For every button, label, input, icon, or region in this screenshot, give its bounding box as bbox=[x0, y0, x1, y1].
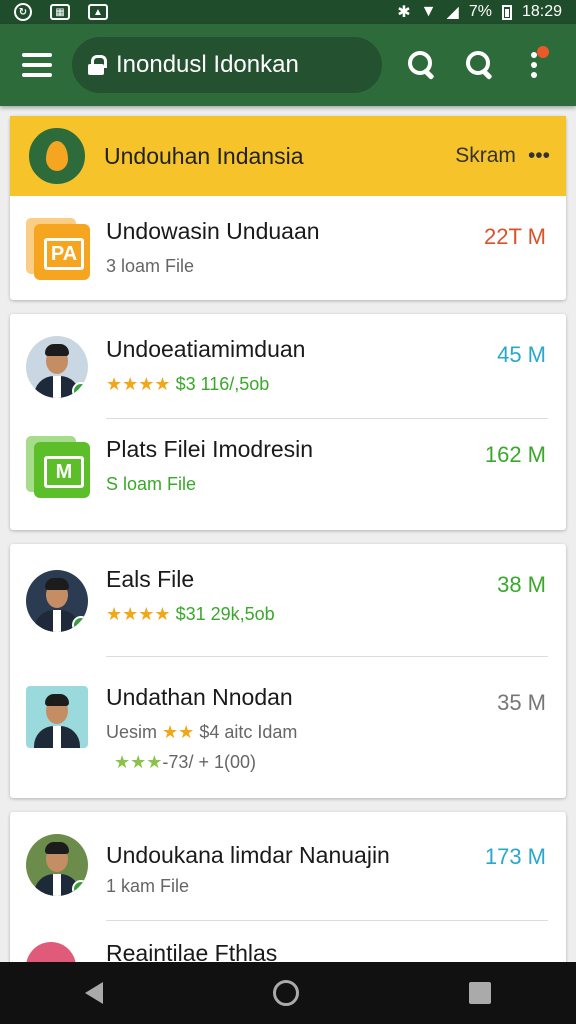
rating-stars-icon: ★★★★ bbox=[106, 604, 171, 624]
clock: 18:29 bbox=[521, 3, 562, 20]
item-size: 35 M bbox=[497, 690, 546, 715]
item-subtitle: 3 loam File bbox=[106, 256, 195, 276]
folder-icon: PA bbox=[26, 218, 90, 280]
list-item[interactable]: Undoeatiamimduan ★★★★ $3 116/,5ob 45 M bbox=[10, 314, 566, 420]
download-card: Eals File ★★★★ $31 29k,5ob 38 M Undathan… bbox=[10, 544, 566, 798]
photo-notification-icon: ▲ bbox=[88, 4, 108, 20]
status-bar: ↻ ▦ ▲ ✱ ▼ ◢ 7% 18:29 bbox=[0, 0, 576, 24]
more-icon[interactable]: ••• bbox=[528, 144, 550, 168]
badge-icon bbox=[72, 616, 88, 632]
battery-text: 7% bbox=[468, 3, 492, 20]
list-item[interactable]: Reaintilae Fthlas bbox=[10, 918, 566, 992]
navigation-bar bbox=[0, 962, 576, 1024]
avatar bbox=[26, 686, 88, 748]
item-size: 38 M bbox=[497, 572, 546, 597]
header-title: Undouhan Indansia bbox=[104, 142, 304, 169]
list-item[interactable]: PA Undowasin Unduaan 3 loam File 22T M bbox=[10, 196, 566, 302]
list-item[interactable]: Undathan Nnodan Uesim ★★ $4 aitc Idam ★★… bbox=[10, 662, 566, 792]
avatar bbox=[26, 336, 88, 398]
rating-stars-icon: ★★★ bbox=[114, 752, 163, 772]
item-title: Undowasin Unduaan bbox=[106, 218, 320, 244]
badge-icon bbox=[72, 880, 88, 896]
menu-icon[interactable] bbox=[22, 53, 52, 77]
item-title: Eals File bbox=[106, 566, 195, 592]
header-action[interactable]: Skram bbox=[455, 144, 516, 168]
item-size: 173 M bbox=[484, 844, 546, 869]
card-header: Undouhan Indansia Skram ••• bbox=[10, 116, 566, 196]
search-icon[interactable] bbox=[402, 45, 442, 85]
search-box[interactable]: Inondusl Idonkan bbox=[72, 37, 382, 93]
download-card: Undoukana limdar Nanuajin 1 kam File 173… bbox=[10, 812, 566, 992]
item-subtitle: $31 29k,5ob bbox=[175, 604, 275, 624]
avatar bbox=[26, 834, 88, 896]
rating-stars-icon: ★★ bbox=[162, 722, 195, 742]
list-item[interactable]: Eals File ★★★★ $31 29k,5ob 38 M bbox=[10, 544, 566, 650]
back-icon[interactable] bbox=[85, 982, 103, 1004]
item-subtitle-2: -73/ + 1(00) bbox=[162, 752, 256, 772]
notification-icon: ↻ bbox=[14, 3, 32, 21]
battery-icon bbox=[501, 4, 512, 20]
settings-status-icon: ✱ bbox=[397, 4, 411, 21]
app-logo-icon bbox=[26, 125, 88, 187]
recent-apps-icon[interactable] bbox=[469, 982, 491, 1004]
wifi-icon: ▼ bbox=[420, 3, 437, 20]
avatar bbox=[26, 570, 88, 632]
home-icon[interactable] bbox=[273, 980, 299, 1006]
image-file-icon: M bbox=[26, 436, 90, 498]
badge-icon bbox=[72, 382, 88, 398]
item-title: Undathan Nnodan bbox=[106, 684, 293, 710]
item-title: Undoeatiamimduan bbox=[106, 336, 306, 362]
item-size: 162 M bbox=[484, 442, 546, 467]
item-subtitle: $3 116/,5ob bbox=[175, 374, 270, 394]
overflow-menu-icon[interactable] bbox=[514, 45, 554, 85]
item-size: 22T M bbox=[484, 224, 546, 249]
item-title: Undoukana limdar Nanuajin bbox=[106, 842, 390, 868]
signal-icon: ◢ bbox=[446, 4, 459, 21]
download-card: Undouhan Indansia Skram ••• PA Undowasin… bbox=[10, 116, 566, 300]
item-subtitle-prefix: Uesim bbox=[106, 722, 158, 742]
app-bar: Inondusl Idonkan bbox=[0, 24, 576, 106]
rating-stars-icon: ★★★★ bbox=[106, 374, 171, 394]
item-title: Plats Filei Imodresin bbox=[106, 436, 314, 462]
item-subtitle: S loam File bbox=[106, 474, 197, 494]
list-item[interactable]: Undoukana limdar Nanuajin 1 kam File 173… bbox=[10, 812, 566, 918]
search-text: Inondusl Idonkan bbox=[116, 51, 299, 78]
item-size: 45 M bbox=[497, 342, 546, 367]
list-item[interactable]: M Plats Filei Imodresin S loam File 162 … bbox=[10, 414, 566, 520]
item-subtitle: 1 kam File bbox=[106, 876, 190, 896]
item-subtitle: $4 aitc Idam bbox=[199, 722, 298, 742]
download-card: Undoeatiamimduan ★★★★ $3 116/,5ob 45 M M… bbox=[10, 314, 566, 530]
lock-icon bbox=[88, 55, 107, 75]
image-notification-icon: ▦ bbox=[50, 4, 70, 20]
search-icon-2[interactable] bbox=[460, 45, 500, 85]
